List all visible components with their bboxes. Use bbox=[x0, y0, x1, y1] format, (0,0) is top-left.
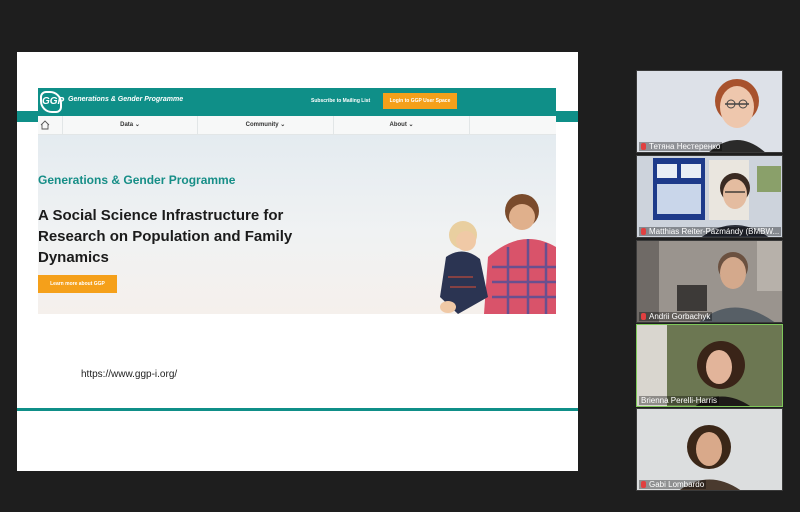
hero-title: A Social Science Infrastructure for Rese… bbox=[38, 207, 293, 266]
site-header: GGP Generations & Gender Programme Subsc… bbox=[38, 88, 556, 116]
participant-tile-3[interactable]: Andrii Gorbachyk bbox=[636, 240, 783, 323]
nav-data[interactable]: Data ⌄ bbox=[62, 116, 197, 135]
slide-url[interactable]: https://www.ggp-i.org/ bbox=[81, 369, 177, 380]
slide-bottom-band bbox=[17, 408, 578, 411]
hero-photo bbox=[440, 194, 556, 314]
participant-name: Тетяна Нестеренко bbox=[639, 142, 723, 151]
participant-name: Gabi Lombardo bbox=[639, 480, 707, 489]
mic-muted-icon bbox=[641, 481, 646, 488]
participant-tile-2[interactable]: Matthias Reiter-Pázmándy (BMBW... bbox=[636, 155, 783, 238]
participant-video bbox=[637, 156, 782, 237]
website-screenshot: GGP Generations & Gender Programme Subsc… bbox=[38, 88, 556, 314]
participant-video bbox=[637, 241, 782, 322]
participant-name: Andrii Gorbachyk bbox=[639, 312, 713, 321]
participant-tile-1[interactable]: Тетяна Нестеренко bbox=[636, 70, 783, 153]
mic-muted-icon bbox=[641, 313, 646, 320]
site-brand: Generations & Gender Programme bbox=[68, 96, 184, 103]
mic-muted-icon bbox=[641, 143, 646, 150]
subscribe-link[interactable]: Subscribe to Mailing List bbox=[311, 98, 370, 104]
video-call-window: GGP Generations & Gender Programme Subsc… bbox=[0, 0, 800, 512]
participant-name: Brienna Perelli-Harris bbox=[639, 396, 720, 405]
nav-spacer bbox=[469, 116, 556, 135]
nav-about[interactable]: About ⌄ bbox=[333, 116, 469, 135]
participant-tile-5[interactable]: Gabi Lombardo bbox=[636, 408, 783, 491]
learn-more-button[interactable]: Learn more about GGP bbox=[38, 275, 117, 293]
participant-video bbox=[637, 409, 782, 490]
nav-community[interactable]: Community ⌄ bbox=[197, 116, 333, 135]
ggp-logo: GGP bbox=[40, 91, 64, 113]
login-button[interactable]: Login to GGP User Space bbox=[383, 93, 457, 109]
hero-section: Generations & Gender Programme A Social … bbox=[38, 135, 556, 314]
site-nav: Data ⌄ Community ⌄ About ⌄ bbox=[38, 116, 556, 135]
home-icon[interactable] bbox=[40, 120, 50, 130]
participant-tile-4-active[interactable]: Brienna Perelli-Harris bbox=[636, 324, 783, 407]
mic-muted-icon bbox=[641, 228, 646, 235]
participant-name: Matthias Reiter-Pázmándy (BMBW... bbox=[639, 227, 782, 236]
hero-subtitle: Generations & Gender Programme bbox=[38, 173, 236, 187]
participant-video bbox=[637, 325, 782, 406]
participant-video bbox=[637, 71, 782, 152]
